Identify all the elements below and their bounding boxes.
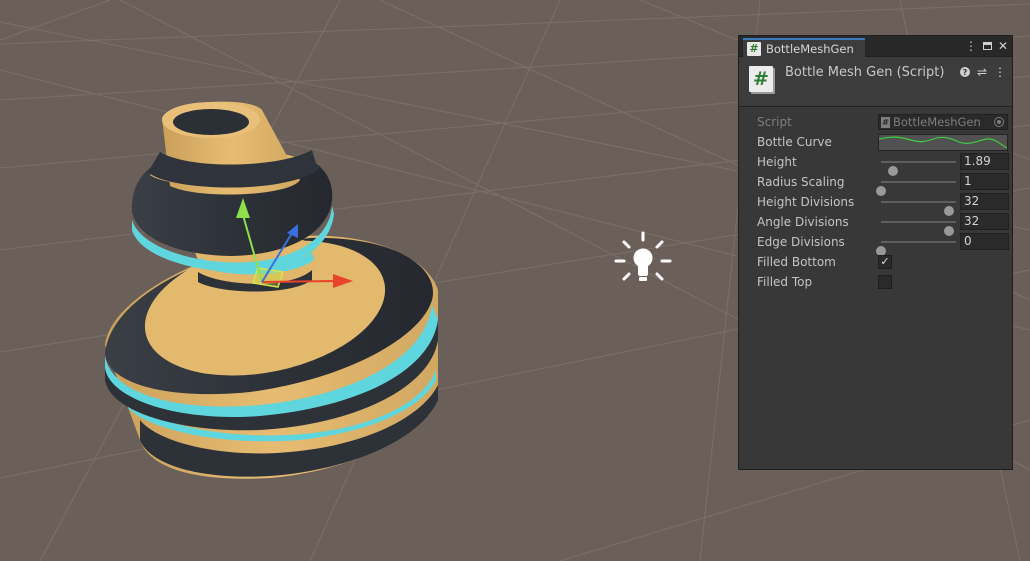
height-label: Height bbox=[757, 155, 797, 169]
csharp-script-icon: # bbox=[747, 41, 761, 56]
angle-divisions-label: Angle Divisions bbox=[757, 215, 849, 229]
height-divisions-slider[interactable] bbox=[881, 201, 956, 216]
script-value: BottleMeshGen bbox=[893, 115, 981, 129]
property-edge-divisions: Edge Divisions 0 bbox=[739, 232, 1012, 256]
bottle-curve-label: Bottle Curve bbox=[757, 135, 832, 149]
script-file-icon: # bbox=[881, 116, 890, 128]
radius-scaling-slider[interactable] bbox=[876, 181, 956, 196]
edge-divisions-label: Edge Divisions bbox=[757, 235, 845, 249]
property-radius-scaling: Radius Scaling 1 bbox=[739, 172, 1012, 196]
property-script: Script # BottleMeshGen bbox=[739, 112, 1012, 132]
sliders-icon[interactable]: ⇌ bbox=[977, 65, 987, 79]
property-filled-bottom: Filled Bottom ✓ bbox=[739, 252, 1012, 272]
property-height-divisions: Height Divisions 32 bbox=[739, 192, 1012, 216]
filled-top-checkbox[interactable] bbox=[878, 275, 892, 289]
script-label: Script bbox=[757, 115, 792, 129]
property-angle-divisions: Angle Divisions 32 bbox=[739, 212, 1012, 236]
script-object-field[interactable]: # BottleMeshGen bbox=[878, 114, 1008, 130]
component-header-icons: ? ⇌ ⋮ bbox=[959, 65, 1006, 79]
edge-divisions-slider[interactable] bbox=[876, 241, 956, 256]
filled-bottom-label: Filled Bottom bbox=[757, 255, 836, 269]
height-field[interactable]: 1.89 bbox=[960, 153, 1009, 170]
component-menu-icon[interactable]: ⋮ bbox=[994, 65, 1006, 79]
property-filled-top: Filled Top bbox=[739, 272, 1012, 292]
height-slider[interactable] bbox=[881, 161, 956, 176]
component-title: Bottle Mesh Gen (Script) bbox=[785, 65, 945, 80]
bottle-mesh[interactable] bbox=[105, 101, 438, 479]
window-menu-icon[interactable]: ⋮ bbox=[965, 39, 977, 53]
radius-scaling-field[interactable]: 1 bbox=[960, 173, 1009, 190]
tab-title: BottleMeshGen bbox=[766, 41, 854, 56]
maximize-icon[interactable] bbox=[982, 42, 992, 50]
height-divisions-label: Height Divisions bbox=[757, 195, 855, 209]
property-height: Height 1.89 bbox=[739, 152, 1012, 176]
close-icon[interactable]: ✕ bbox=[998, 39, 1008, 53]
angle-divisions-slider[interactable] bbox=[881, 221, 956, 236]
curve-preview bbox=[878, 136, 1008, 149]
property-list: Script # BottleMeshGen Bottle Curve Heig… bbox=[739, 107, 1012, 292]
height-divisions-field[interactable]: 32 bbox=[960, 193, 1009, 210]
angle-divisions-field[interactable]: 32 bbox=[960, 213, 1009, 230]
edge-divisions-field[interactable]: 0 bbox=[960, 233, 1009, 250]
radius-scaling-label: Radius Scaling bbox=[757, 175, 845, 189]
window-controls: ⋮ ✕ bbox=[965, 37, 1008, 55]
tab-bottle-mesh-gen[interactable]: # BottleMeshGen bbox=[743, 38, 865, 57]
inspector-panel: # BottleMeshGen ⋮ ✕ # Bottle Mesh Gen (S… bbox=[738, 35, 1013, 470]
filled-top-label: Filled Top bbox=[757, 275, 813, 289]
object-picker-icon[interactable] bbox=[994, 117, 1004, 127]
light-bulb-icon[interactable] bbox=[614, 231, 672, 281]
tab-bar: # BottleMeshGen ⋮ ✕ bbox=[739, 36, 1012, 57]
filled-bottom-checkbox[interactable]: ✓ bbox=[878, 255, 892, 269]
help-icon[interactable]: ? bbox=[959, 67, 970, 77]
component-header[interactable]: # Bottle Mesh Gen (Script) ? ⇌ ⋮ bbox=[739, 57, 1012, 107]
property-bottle-curve: Bottle Curve bbox=[739, 132, 1012, 152]
bottle-curve-field[interactable] bbox=[878, 134, 1008, 151]
component-script-icon: # bbox=[749, 66, 773, 92]
